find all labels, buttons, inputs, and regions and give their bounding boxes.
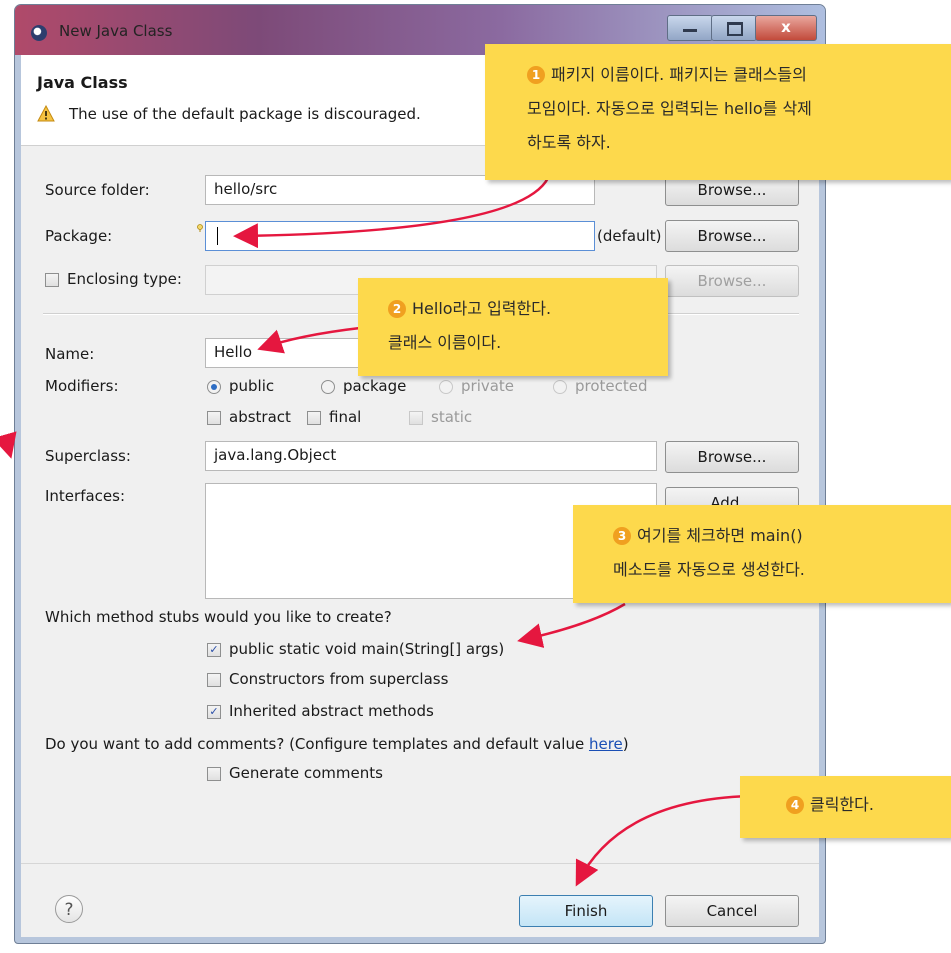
arrow-4	[575, 794, 751, 887]
callout-1: 1 패키지 이름이다. 패키지는 클래스들의 모임이다. 자동으로 입력되는 he…	[485, 44, 951, 180]
callout-1-number: 1	[527, 66, 545, 84]
callout-3-line-1: 3 여기를 체크하면 main()	[613, 519, 951, 553]
callout-4-number: 4	[786, 796, 804, 814]
callout-1-line-2: 모임이다. 자동으로 입력되는 hello를 삭제	[527, 99, 812, 118]
callout-3-number: 3	[613, 527, 631, 545]
arrow-3	[517, 602, 626, 648]
callout-4: 4 클릭한다.	[740, 776, 951, 838]
callout-3: 3 여기를 체크하면 main() 메소드를 자동으로 생성한다.	[573, 505, 951, 603]
callout-2: 2 Hello라고 입력한다. 클래스 이름이다.	[358, 278, 668, 376]
arrow-2	[257, 326, 361, 354]
callout-2-line-1: 2 Hello라고 입력한다.	[388, 292, 668, 326]
callout-1-line-1: 1 패키지 이름이다. 패키지는 클래스들의	[527, 58, 951, 92]
arrow-offscreen	[0, 431, 17, 459]
arrow-1	[233, 177, 550, 249]
callout-1-line-3: 하도록 하자.	[527, 133, 611, 152]
callout-4-line-1: 4 클릭한다.	[786, 788, 951, 822]
callout-2-number: 2	[388, 300, 406, 318]
callout-3-line-2: 메소드를 자동으로 생성한다.	[613, 560, 805, 579]
callout-2-line-2: 클래스 이름이다.	[388, 333, 502, 352]
